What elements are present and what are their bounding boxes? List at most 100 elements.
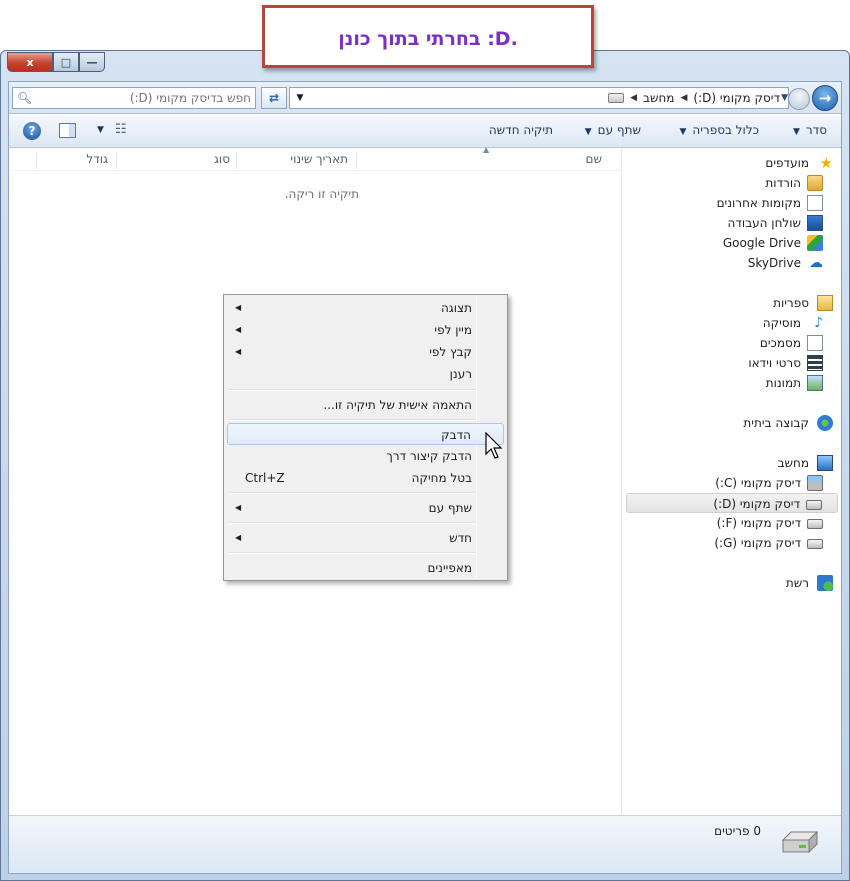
search-box[interactable]: 🔍︎	[12, 87, 256, 109]
item-count: 0 פריטים	[714, 824, 761, 838]
change-view-icon[interactable]: ☷	[115, 122, 127, 137]
close-button[interactable]: x	[7, 52, 53, 72]
back-arrow-icon[interactable]: →	[812, 85, 838, 111]
nav-libraries[interactable]: ספריות	[622, 293, 841, 313]
drive-icon	[608, 93, 625, 103]
address-history-dropdown[interactable]: ▼	[292, 89, 308, 107]
minimize-button[interactable]: —	[79, 52, 105, 72]
google-drive-icon	[807, 235, 823, 251]
film-strip-icon	[807, 355, 823, 371]
nav-skydrive[interactable]: ☁ SkyDrive	[622, 253, 841, 273]
dropdown-arrow-icon: ▼	[679, 127, 687, 137]
include-library-menu[interactable]: כלול בספריה ▼	[679, 123, 759, 137]
address-bar[interactable]: ▼ ◀ מחשב ◀ דיסק מקומי (D:)	[289, 87, 789, 109]
forward-arrow-icon[interactable]	[788, 88, 810, 110]
hard-drive-icon	[807, 519, 823, 529]
menu-item-new[interactable]: חדש ◀	[227, 527, 504, 549]
menu-item-undo-delete[interactable]: בטל מחיקה Ctrl+Z	[227, 467, 504, 489]
column-divider[interactable]	[116, 152, 117, 169]
nav-music[interactable]: ♪ מוסיקה	[622, 313, 841, 333]
hard-drive-icon	[807, 539, 823, 549]
hard-drive-icon	[806, 500, 822, 510]
nav-videos[interactable]: סרטי וידאו	[622, 353, 841, 373]
nav-desktop[interactable]: שולחן העבודה	[622, 213, 841, 233]
nav-recent-places[interactable]: מקומות אחרונים	[622, 193, 841, 213]
column-header-size[interactable]: גודל	[86, 152, 108, 166]
chevron-left-icon[interactable]: ◀	[680, 93, 687, 103]
menu-separator	[229, 492, 475, 494]
network-icon	[817, 575, 833, 591]
breadcrumb-drive-d[interactable]: דיסק מקומי (D:)	[693, 91, 780, 105]
annotation-callout: בחרתי בתוך כונן :D.	[262, 5, 594, 68]
column-header-name[interactable]: שם	[586, 152, 602, 166]
submenu-arrow-icon: ◀	[235, 533, 242, 542]
nav-pictures[interactable]: תמונות	[622, 373, 841, 393]
share-with-menu[interactable]: שתף עם ▼	[585, 123, 641, 137]
skydrive-cloud-icon: ☁	[809, 255, 823, 271]
column-divider[interactable]	[236, 152, 237, 169]
submenu-arrow-icon: ◀	[235, 503, 242, 512]
recent-pages-dropdown-icon[interactable]: ▼	[781, 93, 788, 103]
organize-menu[interactable]: סדר ▼	[793, 123, 827, 137]
menu-separator	[229, 522, 475, 524]
sort-ascending-icon: ▲	[483, 145, 490, 154]
search-input[interactable]	[35, 90, 251, 106]
nav-favorites[interactable]: ★ מועדפים	[622, 153, 841, 173]
menu-separator	[229, 552, 475, 554]
desktop-icon	[807, 215, 823, 231]
details-pane: 0 פריטים	[9, 815, 841, 873]
menu-separator	[229, 389, 475, 391]
column-header-type[interactable]: סוג	[214, 152, 230, 166]
search-icon[interactable]: 🔍︎	[17, 91, 32, 105]
menu-item-paste-shortcut[interactable]: הדבק קיצור דרך	[227, 445, 504, 467]
nav-homegroup[interactable]: קבוצה ביתית	[622, 413, 841, 433]
nav-computer[interactable]: מחשב	[622, 453, 841, 473]
menu-item-view[interactable]: תצוגה ◀	[227, 297, 504, 319]
address-row: 🔍︎ ⇄ ▼ ◀ מחשב ◀ דיסק מקומי (D:) → ▼	[9, 82, 841, 114]
column-divider[interactable]	[36, 152, 37, 169]
menu-item-group-by[interactable]: קבץ לפי ◀	[227, 341, 504, 363]
system-drive-icon	[807, 475, 823, 491]
menu-item-refresh[interactable]: רענן	[227, 363, 504, 385]
help-icon[interactable]: ?	[23, 122, 41, 140]
organize-label: סדר	[805, 123, 827, 137]
pictures-icon	[807, 375, 823, 391]
menu-item-properties[interactable]: מאפיינים	[227, 557, 504, 579]
nav-drive-f[interactable]: דיסק מקומי (F:)	[622, 513, 841, 533]
view-options-dropdown-icon[interactable]: ▼	[97, 125, 104, 135]
breadcrumb: ◀ מחשב ◀ דיסק מקומי (D:)	[608, 90, 780, 106]
menu-item-sort-by[interactable]: מיין לפי ◀	[227, 319, 504, 341]
homegroup-icon	[817, 415, 833, 431]
empty-folder-message: תיקיה זו ריקה.	[284, 187, 359, 201]
nav-documents[interactable]: מסמכים	[622, 333, 841, 353]
navigation-buttons: → ▼	[778, 85, 838, 111]
share-with-label: שתף עם	[597, 123, 641, 137]
preview-pane-icon[interactable]	[59, 123, 76, 138]
new-folder-button[interactable]: תיקיה חדשה	[489, 123, 553, 137]
include-library-label: כלול בספריה	[692, 123, 759, 137]
nav-google-drive[interactable]: Google Drive	[622, 233, 841, 253]
refresh-button[interactable]: ⇄	[261, 87, 287, 109]
navigation-pane: ★ מועדפים הורדות מקומות אחרונים שולחן העב…	[621, 149, 841, 814]
nav-drive-g[interactable]: דיסק מקומי (G:)	[622, 533, 841, 553]
downloads-folder-icon	[807, 175, 823, 191]
command-bar: ? ▼ ☷ סדר ▼ כלול בספריה ▼ שתף עם ▼ תיקיה חד…	[9, 115, 841, 148]
menu-item-share-with[interactable]: שתף עם ◀	[227, 497, 504, 519]
nav-downloads[interactable]: הורדות	[622, 173, 841, 193]
annotation-text: בחרתי בתוך כונן :D.	[338, 28, 518, 50]
submenu-arrow-icon: ◀	[235, 347, 242, 356]
submenu-arrow-icon: ◀	[235, 325, 242, 334]
nav-drive-d[interactable]: דיסק מקומי (D:)	[626, 493, 838, 513]
chevron-left-icon[interactable]: ◀	[630, 93, 637, 103]
caption-buttons: x □ —	[7, 52, 105, 72]
menu-item-customize-folder[interactable]: התאמה אישית של תיקיה זו...	[227, 394, 504, 416]
maximize-button[interactable]: □	[53, 52, 79, 72]
column-header-date[interactable]: תאריך שינוי	[290, 152, 348, 166]
column-divider[interactable]	[356, 152, 357, 169]
nav-drive-c[interactable]: דיסק מקומי (C:)	[622, 473, 841, 493]
computer-icon	[817, 455, 833, 471]
nav-network[interactable]: רשת	[622, 573, 841, 593]
menu-item-paste[interactable]: הדבק	[227, 423, 504, 445]
music-note-icon: ♪	[814, 315, 823, 331]
breadcrumb-computer[interactable]: מחשב	[643, 91, 674, 105]
